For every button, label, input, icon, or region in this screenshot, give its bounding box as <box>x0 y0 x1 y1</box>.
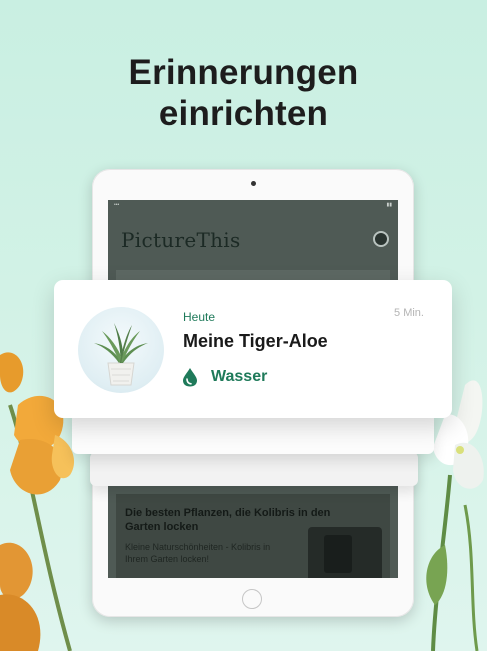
water-drop-icon <box>183 368 197 387</box>
notification-title: Meine Tiger-Aloe <box>183 331 328 351</box>
aloe-plant-icon <box>94 323 148 386</box>
headline-line-2: einrichten <box>158 94 329 133</box>
article-thumbnail <box>308 527 382 578</box>
phone-image <box>324 535 352 573</box>
app-logo: PictureThis <box>121 228 241 252</box>
camera-dot <box>251 181 256 186</box>
screen-header-band <box>116 270 390 280</box>
headline-line-1: Erinnerungen <box>128 53 359 92</box>
article-title: Die besten Pflanzen, die Kolibris in den… <box>125 507 331 533</box>
status-left: ••• <box>114 202 120 208</box>
notification-time: 5 Min. <box>394 307 424 319</box>
plant-avatar <box>78 307 164 393</box>
reminder-notification[interactable]: 5 Min. Heute Meine Tiger-Aloe Wasser <box>54 280 452 418</box>
stacked-notification-middle <box>72 412 434 454</box>
profile-icon[interactable] <box>373 231 389 247</box>
headline: Erinnerungen einrichten <box>0 52 487 134</box>
home-button[interactable] <box>242 589 262 609</box>
article-card[interactable]: Die besten Pflanzen, die Kolibris in den… <box>116 494 390 578</box>
water-action[interactable]: Wasser <box>181 367 267 387</box>
article-description: Kleine Naturschönheiten - Kolibris in Ih… <box>125 542 271 564</box>
water-action-label: Wasser <box>211 368 268 385</box>
stacked-notification-back <box>90 452 418 486</box>
status-right: ▮▮ <box>386 202 392 208</box>
notification-label: Heute <box>183 310 216 324</box>
status-bar: ••• ▮▮ <box>114 202 392 210</box>
